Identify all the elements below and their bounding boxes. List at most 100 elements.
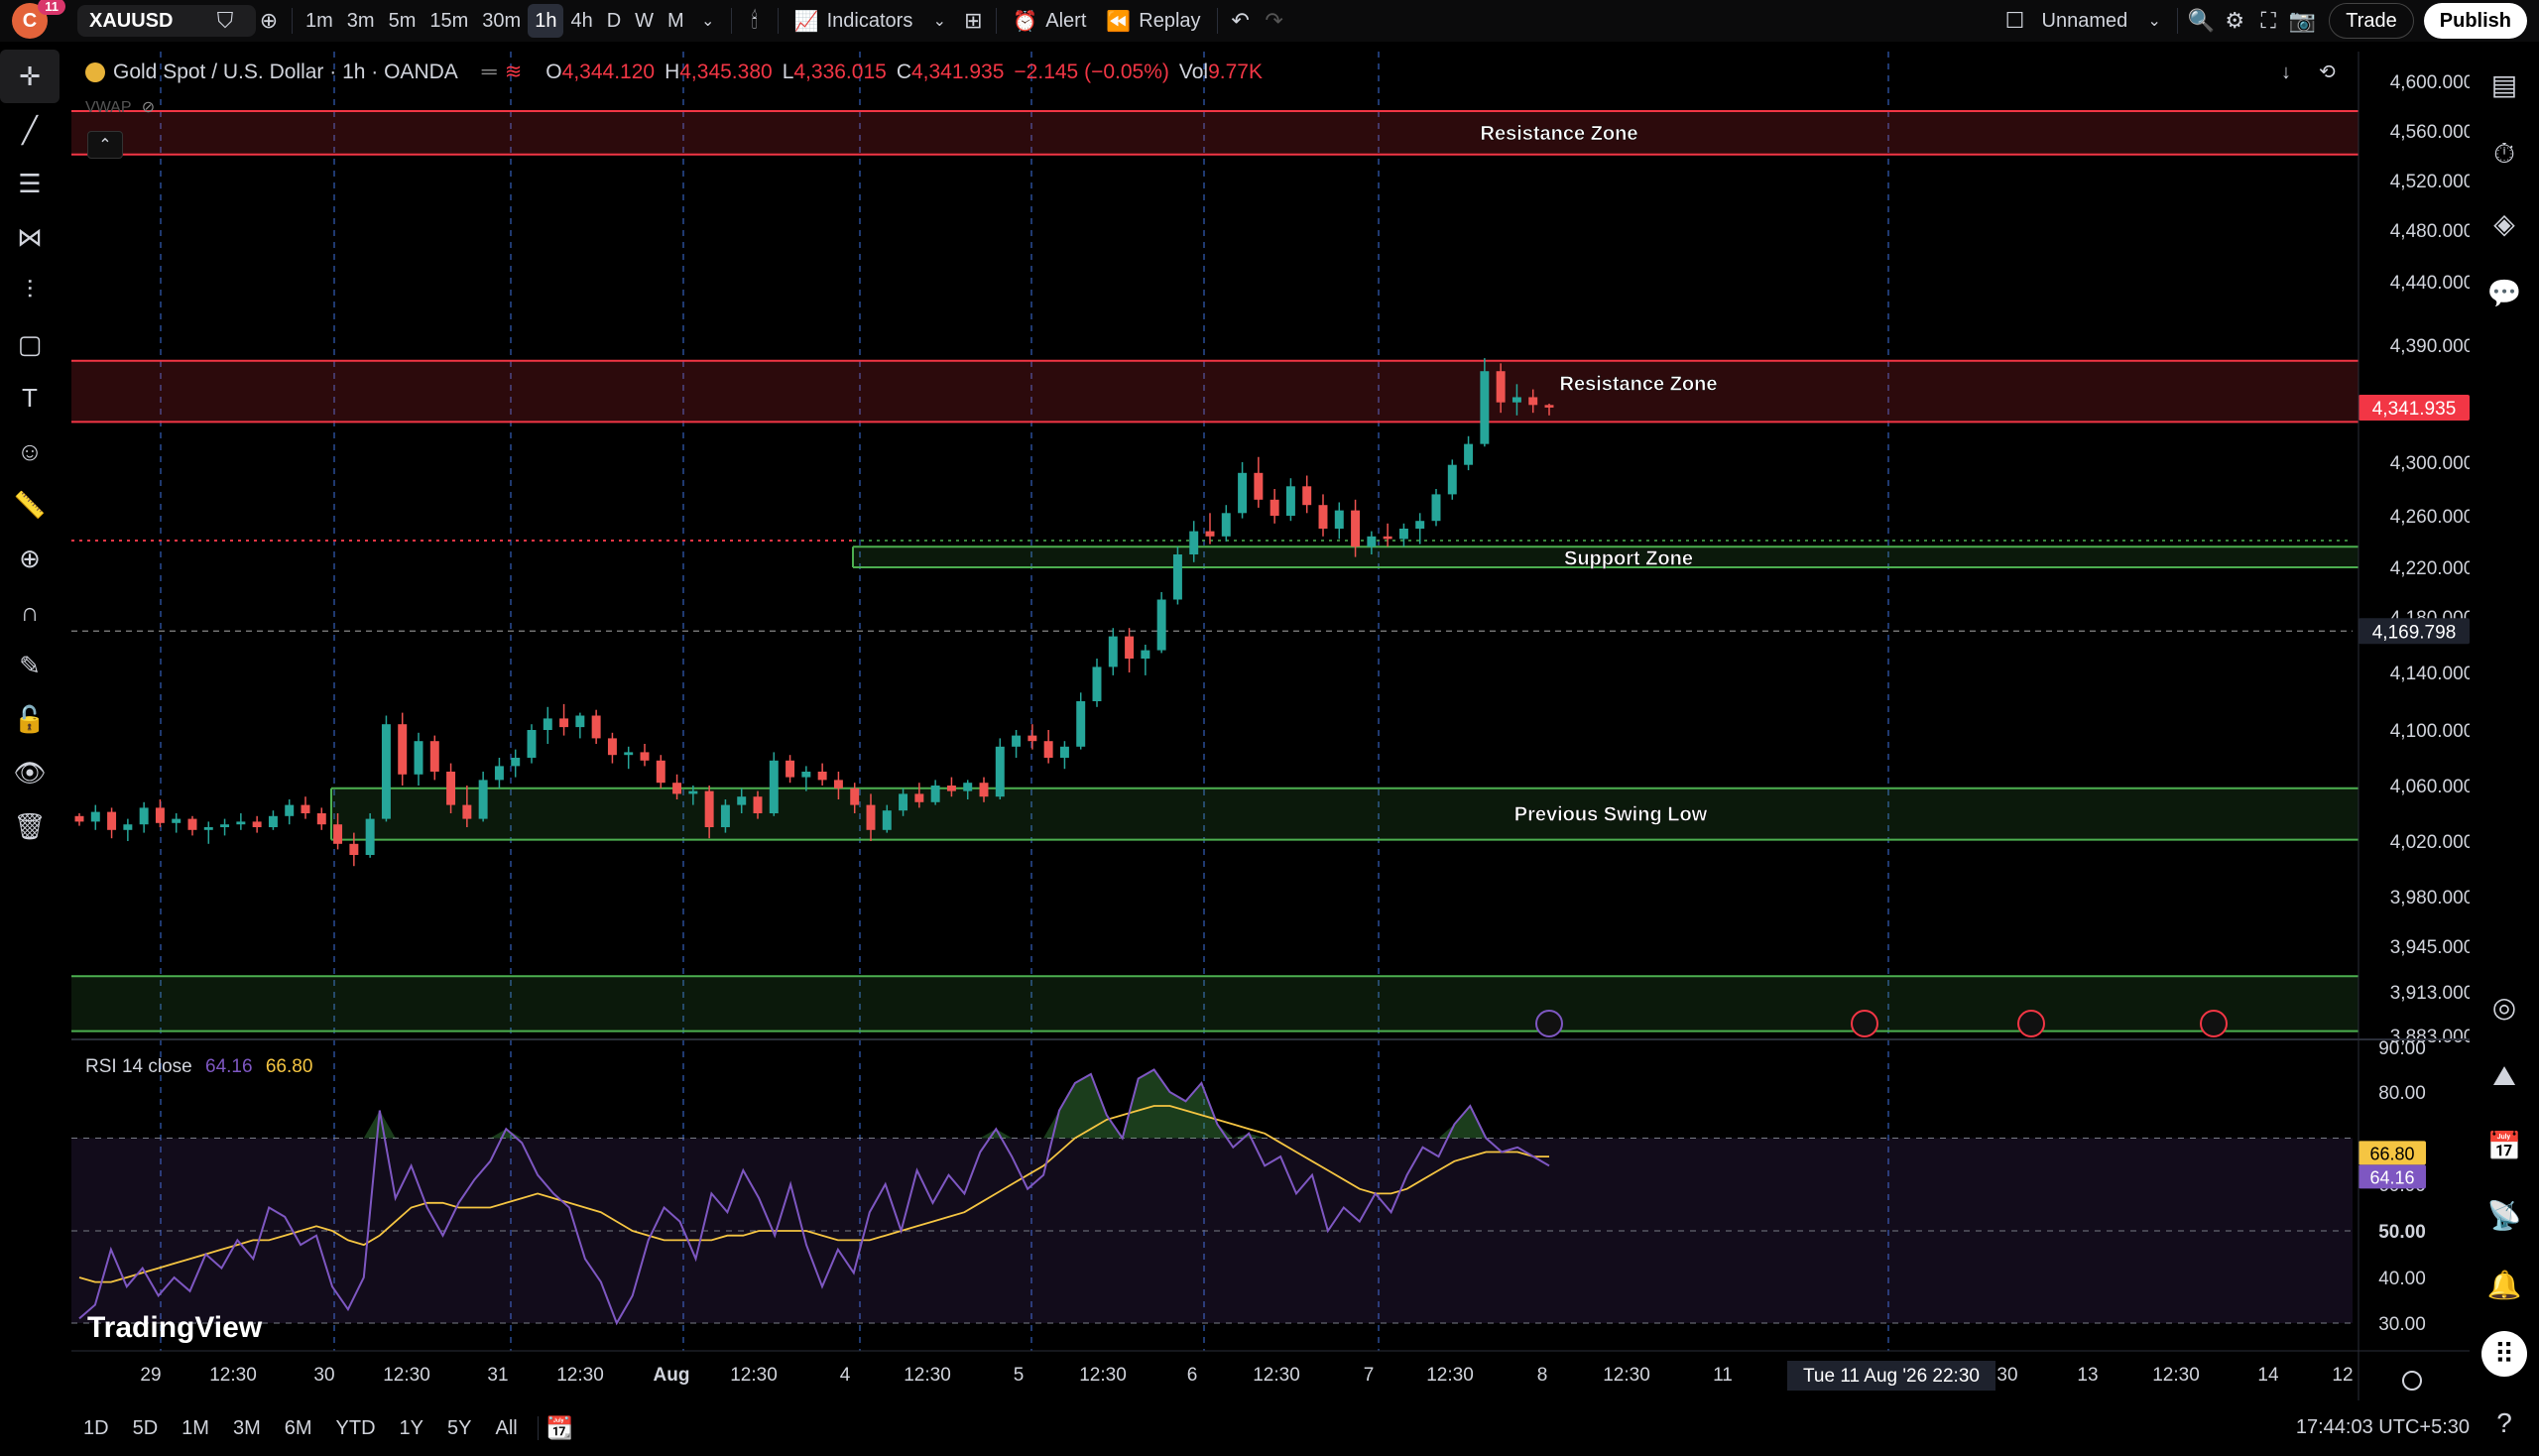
help-icon[interactable]: ? — [2470, 1389, 2539, 1456]
broadcast-icon[interactable]: 📡 — [2470, 1180, 2539, 1250]
calendar-icon[interactable]: 📅 — [2470, 1111, 2539, 1180]
right-sidebar: ▤ ⏱ ◈ 💬 ◎ ⛰ 📅 📡 🔔 ⠿ ? — [2470, 50, 2539, 1456]
camera-snapshot-icon[interactable]: 📷 — [2285, 4, 2319, 38]
trash-icon[interactable]: 🗑 — [0, 799, 60, 853]
magnet-icon[interactable]: ∩ — [0, 585, 60, 639]
layout-name[interactable]: Unnamed — [2032, 0, 2138, 42]
eye-icon[interactable]: 👁 — [0, 746, 60, 799]
chevron-down-icon[interactable]: ⌄ — [691, 4, 725, 38]
chevron-down-icon[interactable]: ⌄ — [2137, 4, 2171, 38]
layers-icon[interactable]: ◈ — [2470, 188, 2539, 258]
redo-icon[interactable]: ↷ — [1258, 4, 1291, 38]
chart-area[interactable]: Resistance Zone Resistance Zone Support Zo… — [71, 52, 2470, 1400]
pencil-lock-icon[interactable]: ✎ — [0, 639, 60, 692]
chart-canvas[interactable]: Resistance Zone Resistance Zone Support Zo… — [71, 52, 2470, 1400]
legend-wave-icon[interactable]: ≋ — [505, 60, 523, 84]
reset-scale-icon[interactable]: ⟲ — [2319, 60, 2336, 84]
tf-w[interactable]: W — [628, 4, 661, 38]
rsi-legend[interactable]: RSI 14 close 64.16 66.80 — [85, 1056, 312, 1078]
pattern-icon[interactable]: ⋈ — [0, 210, 60, 264]
crosshair-time-label: Tue 11 Aug '26 22:30 — [1803, 1366, 1980, 1387]
scroll-to-latest-icon[interactable]: ↓ — [2281, 61, 2291, 84]
candle-body — [1092, 667, 1102, 701]
range-1y[interactable]: 1Y — [388, 1417, 435, 1440]
watchlist-icon[interactable]: ▤ — [2470, 50, 2539, 119]
tf-1m[interactable]: 1m — [299, 4, 340, 38]
economic-event-icon[interactable] — [2017, 1010, 2045, 1037]
tf-m[interactable]: M — [661, 4, 691, 38]
target-icon[interactable]: ◎ — [2470, 972, 2539, 1041]
crosshair-icon[interactable]: ✛ — [0, 50, 60, 103]
settings-gear-icon[interactable]: ⚙ — [2218, 4, 2251, 38]
zone-resistance[interactable] — [71, 111, 2358, 155]
economic-event-icon[interactable] — [2200, 1010, 2228, 1037]
alert-button[interactable]: ⏰ Alert — [1003, 0, 1096, 42]
economic-event-icon[interactable] — [1851, 1010, 1878, 1037]
date-range-calendar-icon[interactable]: 📆 — [546, 1415, 573, 1441]
tf-d[interactable]: D — [600, 4, 628, 38]
text-icon[interactable]: T — [0, 371, 60, 425]
chevron-down-icon[interactable]: ⌄ — [922, 4, 956, 38]
lock-icon[interactable]: 🔓 — [0, 692, 60, 746]
indicators-button[interactable]: 📈 Indicators — [785, 0, 923, 42]
zone-support[interactable] — [331, 788, 2358, 840]
trade-button[interactable]: Trade — [2329, 3, 2414, 39]
tf-4h[interactable]: 4h — [563, 4, 599, 38]
candle-type-icon[interactable]: 🕯 — [738, 4, 772, 38]
replay-button[interactable]: ⏪ Replay — [1096, 0, 1210, 42]
time-axis-tick-label: 6 — [1187, 1365, 1198, 1386]
candle-body — [720, 804, 730, 827]
add-symbol-icon[interactable]: ⊕ — [252, 4, 286, 38]
range-1m[interactable]: 1M — [170, 1417, 221, 1440]
symbol-shield-icon[interactable]: ⛉ — [208, 4, 242, 38]
clock[interactable]: 17:44:03 UTC+5:30 — [2296, 1416, 2470, 1439]
ideas-icon[interactable]: ⛰ — [2470, 1041, 2539, 1111]
hidden-eye-icon[interactable]: ⊘ — [142, 99, 155, 116]
tf-30m[interactable]: 30m — [475, 4, 528, 38]
templates-grid-icon[interactable]: ⊞ — [956, 4, 990, 38]
time-axis-tick-label: 12:30 — [556, 1365, 604, 1386]
zoom-in-icon[interactable]: ⊕ — [0, 532, 60, 585]
candle-body — [1205, 531, 1215, 537]
user-avatar[interactable]: C 11 — [12, 0, 65, 39]
range-ytd[interactable]: YTD — [324, 1417, 388, 1440]
candle-body — [930, 786, 940, 802]
undo-icon[interactable]: ↶ — [1224, 4, 1258, 38]
collapse-legend-button[interactable]: ⌃ — [87, 131, 123, 159]
fullscreen-icon[interactable]: ⛶ — [2251, 4, 2285, 38]
vwap-legend[interactable]: VWAP ⊘ — [85, 97, 155, 117]
publish-button[interactable]: Publish — [2423, 3, 2527, 39]
range-6m[interactable]: 6M — [273, 1417, 324, 1440]
zone-resistance[interactable] — [71, 360, 2358, 423]
candle-body — [624, 752, 634, 756]
range-5d[interactable]: 5D — [121, 1417, 171, 1440]
chat-icon[interactable]: 💬 — [2470, 258, 2539, 327]
legend-eye-icon[interactable]: ═ — [482, 61, 497, 84]
range-all[interactable]: All — [483, 1417, 529, 1440]
layout-checkbox-icon[interactable]: ☐ — [1998, 4, 2032, 38]
tf-5m[interactable]: 5m — [382, 4, 423, 38]
range-5y[interactable]: 5Y — [435, 1417, 483, 1440]
zone-support[interactable] — [71, 976, 2358, 1031]
tf-15m[interactable]: 15m — [423, 4, 475, 38]
fib-retracement-icon[interactable]: ☰ — [0, 157, 60, 210]
tf-3m[interactable]: 3m — [340, 4, 382, 38]
economic-event-icon[interactable] — [1535, 1010, 1563, 1037]
price-axis-tick-label: 3,913.000 — [2390, 983, 2470, 1004]
symbol-title[interactable]: Gold Spot / U.S. Dollar · 1h · OANDA — [113, 61, 458, 84]
quick-search-icon[interactable]: 🔍 — [2184, 4, 2218, 38]
tf-1h[interactable]: 1h — [528, 4, 564, 38]
time-axis-tick-label: 12 — [2332, 1365, 2353, 1386]
geometric-shapes-icon[interactable]: ▢ — [0, 317, 60, 371]
range-1d[interactable]: 1D — [71, 1417, 121, 1440]
candle-body — [1141, 650, 1150, 659]
range-3m[interactable]: 3M — [221, 1417, 273, 1440]
candle-body — [1528, 397, 1538, 406]
bell-icon[interactable]: 🔔 — [2470, 1250, 2539, 1319]
apps-grid-icon[interactable]: ⠿ — [2470, 1319, 2539, 1389]
ruler-icon[interactable]: 📏 — [0, 478, 60, 532]
prediction-icon[interactable]: ⫶ — [0, 264, 60, 317]
emoji-icon[interactable]: ☺ — [0, 425, 60, 478]
alerts-clock-icon[interactable]: ⏱ — [2470, 119, 2539, 188]
trend-line-icon[interactable]: ╱ — [0, 103, 60, 157]
